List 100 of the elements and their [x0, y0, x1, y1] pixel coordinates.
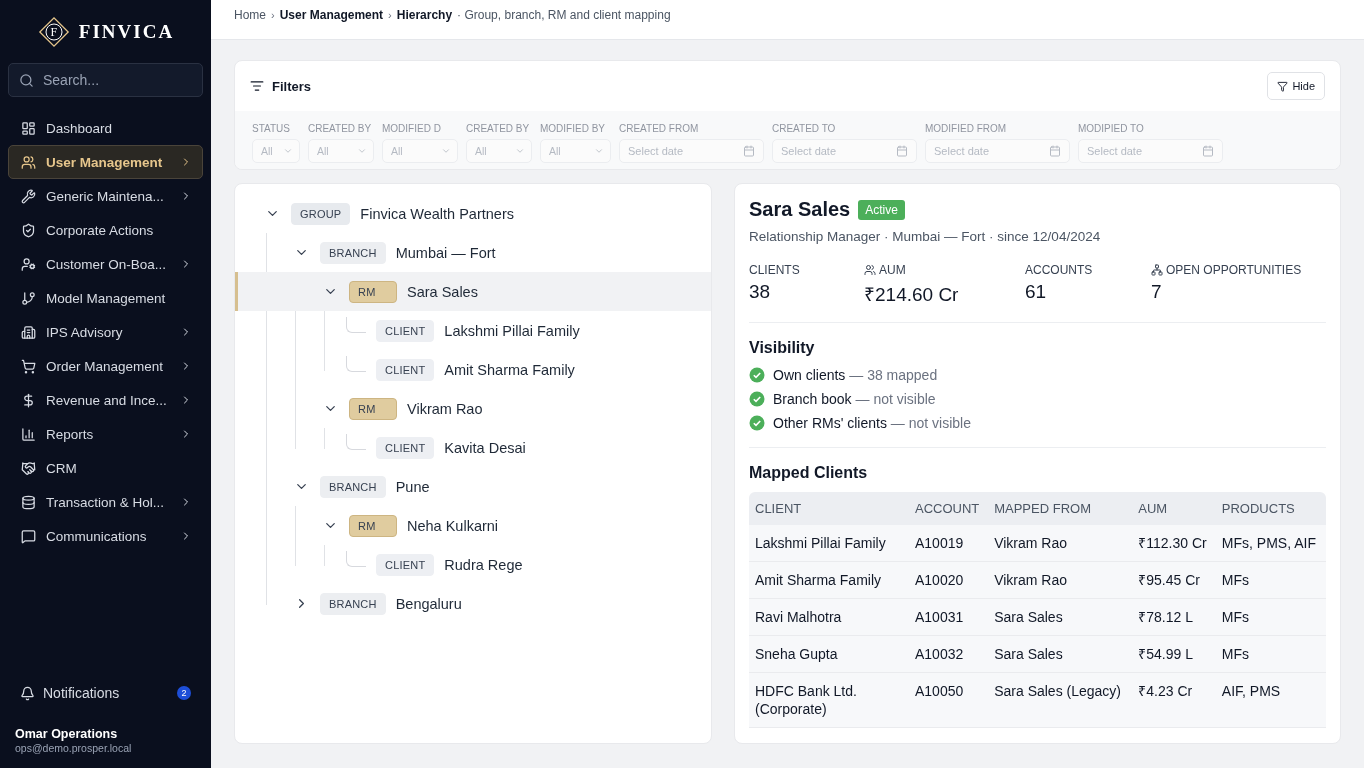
node-name: Finvica Wealth Partners	[360, 205, 514, 222]
breadcrumb-separator: ›	[388, 9, 392, 21]
node-name: Rudra Rege	[444, 556, 523, 573]
calendar-icon	[743, 145, 755, 157]
table-cell: Ravi Malhotra	[749, 598, 909, 636]
bell-icon[interactable]	[20, 685, 35, 701]
visibility-text: Other RMs' clients — not visible	[773, 415, 971, 431]
table-cell: ₹95.45 Cr	[1132, 561, 1216, 599]
tree-node[interactable]: RM Vikram Rao	[235, 389, 711, 428]
node-type-badge: BRANCH	[320, 475, 386, 498]
nav-icon	[21, 426, 36, 442]
breadcrumb-link[interactable]: Hierarchy	[396, 8, 453, 22]
breadcrumb-separator: ›	[271, 9, 275, 21]
stat-value: 61	[1025, 281, 1048, 303]
table-cell: MFs	[1215, 561, 1326, 599]
nav-icon	[21, 120, 36, 136]
table-cell: HDFC Bank Ltd. (Corporate)	[749, 672, 909, 728]
table-cell: Vikram Rao	[988, 561, 1133, 599]
tree-node[interactable]: RM Sara Sales	[235, 272, 711, 311]
filter-label: MODIFIED FROM	[925, 123, 1008, 134]
nav-icon	[21, 154, 36, 170]
nav-item[interactable]: Corporate Actions	[8, 213, 203, 247]
notifications-link[interactable]: Notifications	[43, 685, 169, 701]
node-type-badge: CLIENT	[376, 358, 435, 381]
tree-node[interactable]: CLIENT Kavita Desai	[235, 428, 711, 467]
nav-item[interactable]: Dashboard	[8, 111, 203, 145]
nav-icon	[21, 188, 36, 204]
nav-item[interactable]: Generic Maintena...	[8, 179, 203, 213]
breadcrumb-link[interactable]: Home	[234, 8, 266, 22]
stat-label: AUM	[879, 263, 906, 277]
chevron-down-icon	[594, 146, 604, 156]
table-cell: ₹54.99 L	[1132, 635, 1216, 673]
column-header: CLIENT	[749, 492, 909, 525]
nav-icon	[21, 256, 36, 272]
stat-value: 7	[1151, 281, 1163, 303]
chevron-down-icon	[441, 146, 451, 156]
tree-node[interactable]: CLIENT Amit Sharma Family	[235, 350, 711, 389]
node-type-badge: BRANCH	[320, 241, 386, 264]
calendar-icon	[1049, 145, 1061, 157]
nav-item[interactable]: Revenue and Ince...	[8, 383, 203, 417]
nav-item[interactable]: Model Management	[8, 281, 203, 315]
rm-subtitle: Relationship Manager · Mumbai — Fort · since 12/04/2024	[749, 229, 1102, 244]
chevron-down-icon	[515, 146, 525, 156]
node-name: Sara Sales	[407, 283, 478, 300]
status-badge: Active	[858, 199, 905, 220]
nav-item[interactable]: User Management	[8, 145, 203, 179]
filter-icon	[1277, 80, 1289, 92]
table-cell: Amit Sharma Family	[749, 561, 909, 599]
section-title: Visibility	[749, 339, 816, 357]
nav-item[interactable]: Transaction & Hol...	[8, 485, 203, 519]
nav-item[interactable]: Communications	[8, 519, 203, 553]
search-field[interactable]: Search...	[8, 63, 203, 97]
nav-item[interactable]: CRM	[8, 451, 203, 485]
table-cell: MFs	[1215, 635, 1326, 673]
filter-label: CREATED BY	[308, 123, 373, 134]
page-description: · Group, branch, RM and client mapping	[457, 8, 671, 22]
nav-item[interactable]: Order Management	[8, 349, 203, 383]
tree-node[interactable]: CLIENT Rudra Rege	[235, 545, 711, 584]
tree-node[interactable]: GROUP Finvica Wealth Partners	[235, 194, 711, 233]
node-type-badge: RM	[349, 397, 397, 420]
breadcrumb-link[interactable]: User Management	[279, 8, 384, 22]
table-cell: Sara Sales	[988, 598, 1133, 636]
filter-label: MODIFIED D	[382, 123, 442, 134]
nav-icon	[21, 358, 36, 374]
node-type-badge: RM	[349, 514, 397, 537]
table-cell: Vikram Rao	[988, 525, 1133, 562]
table-cell: A10031	[909, 598, 989, 636]
nav-item[interactable]: IPS Advisory	[8, 315, 203, 349]
node-name: Bengaluru	[395, 595, 462, 612]
search-icon	[19, 73, 34, 88]
visibility-text: Own clients — 38 mapped	[773, 367, 938, 383]
chevron-down-icon	[357, 146, 367, 156]
table-cell: Sara Sales	[988, 635, 1133, 673]
nav-icon	[21, 460, 36, 476]
tree-node[interactable]: BRANCH Pune	[235, 467, 711, 506]
table-cell: A10032	[909, 635, 989, 673]
calendar-icon	[896, 145, 908, 157]
nav-item[interactable]: Customer On-Boa...	[8, 247, 203, 281]
node-name: Lakshmi Pillai Family	[444, 322, 580, 339]
node-name: Neha Kulkarni	[407, 517, 499, 534]
nav-icon	[21, 494, 36, 510]
table-cell: MFs	[1215, 598, 1326, 636]
table-cell: A10019	[909, 525, 989, 562]
node-type-badge: RM	[349, 280, 397, 303]
filter-label: MODIFIED BY	[540, 123, 606, 134]
node-type-badge: GROUP	[291, 202, 351, 225]
tree-node[interactable]: RM Neha Kulkarni	[235, 506, 711, 545]
nav-item[interactable]: Reports	[8, 417, 203, 451]
filter-label: CREATED TO	[772, 123, 837, 134]
table-cell: A10050	[909, 672, 989, 728]
node-name: Amit Sharma Family	[444, 361, 575, 378]
nav-icon	[21, 528, 36, 544]
notification-count: 2	[177, 686, 191, 700]
stat-label: OPEN OPPORTUNITIES	[1166, 263, 1302, 277]
tree-node[interactable]: BRANCH Mumbai — Fort	[235, 233, 711, 272]
stat-value: ₹214.60 Cr	[864, 283, 960, 307]
tree-node[interactable]: BRANCH Bengaluru	[235, 584, 711, 623]
tree-node[interactable]: CLIENT Lakshmi Pillai Family	[235, 311, 711, 350]
visibility-text: Branch book — not visible	[773, 391, 936, 407]
table-cell: MFs, PMS, AIF	[1215, 525, 1326, 562]
